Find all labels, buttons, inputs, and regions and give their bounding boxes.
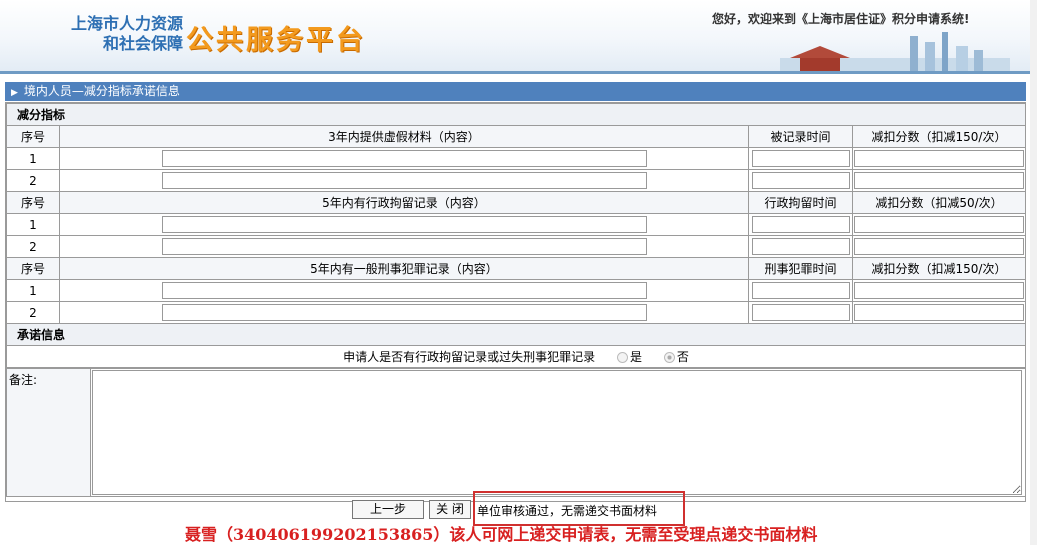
skyline-illustration	[780, 32, 1010, 71]
time-header-criminal: 刑事犯罪时间	[748, 257, 853, 280]
score-header-false-material: 减扣分数（扣减150/次）	[851, 125, 1027, 148]
content-header-false-material: 3年内提供虚假材料（内容）	[59, 125, 749, 148]
triangle-right-icon: ▶	[11, 88, 18, 98]
content-header-detention: 5年内有行政拘留记录（内容）	[59, 191, 749, 214]
radio-no[interactable]	[663, 352, 675, 363]
commitment-question: 申请人是否有行政拘留记录或过失刑事犯罪记录	[343, 350, 596, 364]
content-input[interactable]	[161, 304, 647, 321]
deduction-table: 减分指标 序号 3年内提供虚假材料（内容） 被记录时间 减扣分数（扣减150/次…	[5, 103, 1027, 368]
row-seq: 2	[6, 301, 60, 324]
row-seq: 1	[6, 213, 60, 236]
time-input[interactable]	[751, 172, 850, 189]
applicant-notice: 聂雪（340406199202153865）该人可网上递交申请表，无需至受理点递…	[185, 525, 818, 544]
logo-line2: 和社会保障	[102, 34, 183, 53]
seq-header: 序号	[6, 125, 60, 148]
score-input[interactable]	[854, 172, 1024, 189]
content-input[interactable]	[161, 216, 647, 233]
row-seq: 1	[6, 279, 60, 302]
logo-title: 公共服务平台	[186, 25, 366, 56]
commitment-question-row: 申请人是否有行政拘留记录或过失刑事犯罪记录 是 否	[5, 345, 1027, 368]
time-input[interactable]	[751, 216, 850, 233]
score-header-criminal: 减扣分数（扣减150/次）	[851, 257, 1027, 280]
score-input[interactable]	[854, 238, 1024, 255]
commitment-heading: 承诺信息	[5, 323, 1027, 346]
row-seq: 1	[6, 147, 60, 170]
content-input[interactable]	[161, 238, 647, 255]
row-seq: 2	[6, 235, 60, 258]
close-button[interactable]: 关 闭	[429, 500, 471, 519]
remark-textarea[interactable]	[92, 370, 1022, 495]
time-input[interactable]	[751, 304, 850, 321]
score-input[interactable]	[854, 150, 1024, 167]
section-title-bar: ▶ 境内人员—减分指标承诺信息	[5, 82, 1026, 101]
remark-label: 备注:	[6, 368, 91, 497]
welcome-text: 您好，欢迎来到《上海市居住证》积分申请系统!	[712, 12, 970, 26]
score-input[interactable]	[854, 282, 1024, 299]
content-input[interactable]	[161, 282, 647, 299]
score-input[interactable]	[854, 304, 1024, 321]
deduction-form: 减分指标 序号 3年内提供虚假材料（内容） 被记录时间 减扣分数（扣减150/次…	[5, 102, 1027, 502]
remark-table: 备注:	[6, 368, 1026, 497]
seq-header: 序号	[6, 191, 60, 214]
time-header-detention: 行政拘留时间	[748, 191, 853, 214]
time-input[interactable]	[751, 238, 850, 255]
logo-line1: 上海市人力资源	[70, 14, 183, 33]
time-input[interactable]	[751, 150, 850, 167]
action-bar: 上一步 关 闭 单位审核通过，无需递交书面材料	[5, 491, 1026, 526]
deduction-heading: 减分指标	[5, 103, 1027, 126]
radio-no-label: 否	[676, 350, 689, 364]
row-seq: 2	[6, 169, 60, 192]
audit-status: 单位审核通过，无需递交书面材料	[477, 504, 658, 518]
prev-step-button[interactable]: 上一步	[352, 500, 424, 519]
site-header: 上海市人力资源 和社会保障 公共服务平台 您好，欢迎来到《上海市居住证》积分申请…	[0, 0, 1030, 74]
section-title: 境内人员—减分指标承诺信息	[23, 84, 180, 98]
radio-yes-label: 是	[630, 350, 643, 364]
scrollbar-edge	[1030, 0, 1037, 545]
radio-yes[interactable]	[617, 352, 628, 363]
logo-subtitle: 上海市人力资源 和社会保障	[48, 14, 183, 54]
time-input[interactable]	[751, 282, 850, 299]
content-input[interactable]	[161, 172, 647, 189]
time-header-recorded: 被记录时间	[748, 125, 853, 148]
score-input[interactable]	[854, 216, 1024, 233]
score-header-detention: 减扣分数（扣减50/次）	[851, 191, 1027, 214]
seq-header: 序号	[6, 257, 60, 280]
content-header-criminal: 5年内有一般刑事犯罪记录（内容）	[59, 257, 749, 280]
content-input[interactable]	[161, 150, 647, 167]
